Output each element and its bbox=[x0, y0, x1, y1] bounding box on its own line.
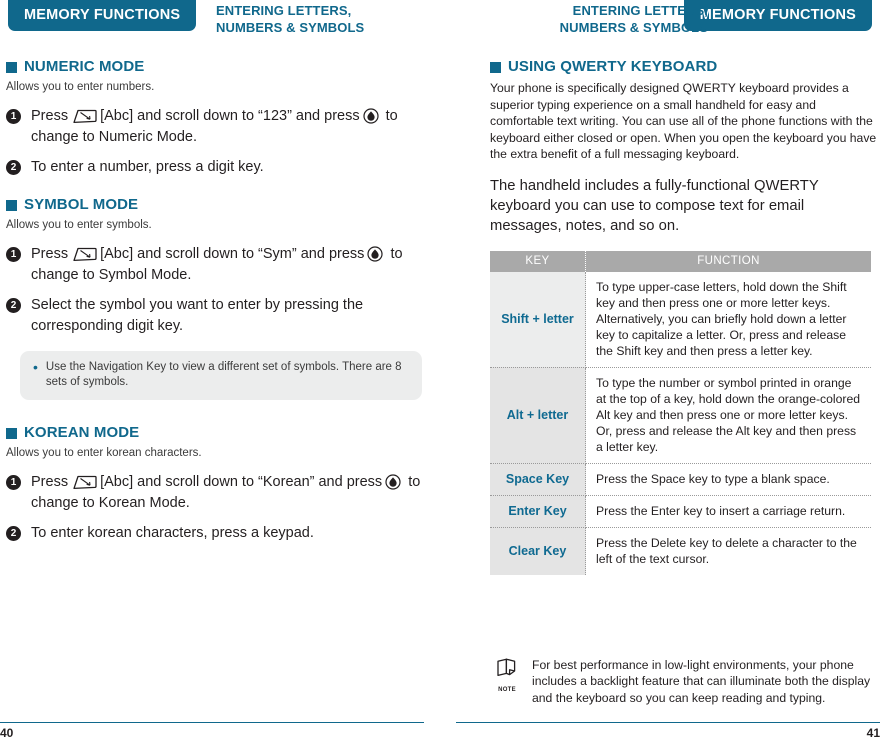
section-heading-using-qwerty-keyboard: USING QWERTY KEYBOARD bbox=[490, 58, 878, 76]
step-item: 2 Select the symbol you want to enter by… bbox=[6, 295, 422, 337]
section-lead-numeric-mode: Allows you to enter numbers. bbox=[6, 81, 155, 93]
softkey-icon bbox=[71, 475, 97, 490]
tip-note-box: • Use the Navigation Key to view a diffe… bbox=[20, 351, 422, 400]
chapter-title-line2: NUMBERS & SYMBOLS bbox=[216, 20, 365, 35]
table-row: Clear Key Press the Delete key to delete… bbox=[490, 527, 871, 575]
chapter-title: ENTERING LETTERS, NUMBERS & SYMBOLS bbox=[440, 2, 708, 36]
table-row: Alt + letter To type the number or symbo… bbox=[490, 367, 871, 464]
right-page-content: USING QWERTY KEYBOARD Your phone is spec… bbox=[490, 58, 878, 575]
footer-divider bbox=[456, 722, 880, 723]
section-heading-label: NUMERIC MODE bbox=[24, 58, 145, 75]
table-cell-function: Press the Delete key to delete a charact… bbox=[596, 535, 857, 566]
step-number-badge: 2 bbox=[6, 298, 21, 313]
section-heading-symbol-mode: SYMBOL MODE bbox=[6, 196, 422, 214]
step-text: Press [Abc] and scroll down to “123” and… bbox=[31, 106, 422, 148]
step-text: Press [Abc] and scroll down to “Korean” … bbox=[31, 472, 422, 514]
left-page-content: NUMERIC MODE Allows you to enter numbers… bbox=[6, 58, 422, 553]
step-text-part2: [Abc] and scroll down to “Korean” and pr… bbox=[100, 474, 383, 490]
left-page-header: MEMORY FUNCTIONS ENTERING LETTERS, NUMBE… bbox=[0, 0, 440, 52]
note-callout: NOTE For best performance in low-light e… bbox=[490, 657, 878, 707]
section-heading-numeric-mode: NUMERIC MODE bbox=[6, 58, 422, 76]
key-function-table: KEY FUNCTION Shift + letter To type uppe… bbox=[490, 250, 871, 575]
left-page-footer: 40 bbox=[0, 722, 424, 746]
section-heading-label: KOREAN MODE bbox=[24, 424, 140, 441]
step-number-badge: 1 bbox=[6, 475, 21, 490]
ok-key-icon bbox=[363, 108, 379, 124]
table-column-header-function: FUNCTION bbox=[585, 250, 871, 272]
softkey-icon bbox=[71, 247, 97, 262]
step-text: To enter korean characters, press a keyp… bbox=[31, 525, 314, 541]
step-text: Select the symbol you want to enter by p… bbox=[31, 297, 364, 334]
footer-divider bbox=[0, 722, 424, 723]
section-lead-symbol-mode: Allows you to enter symbols. bbox=[6, 219, 152, 231]
left-page: MEMORY FUNCTIONS ENTERING LETTERS, NUMBE… bbox=[0, 0, 440, 754]
step-text: To enter a number, press a digit key. bbox=[31, 159, 264, 175]
note-book-icon: NOTE bbox=[490, 657, 524, 707]
intro-paragraph-1: Your phone is specifically designed QWER… bbox=[490, 81, 877, 161]
square-bullet-icon bbox=[6, 61, 17, 73]
table-cell-key: Clear Key bbox=[490, 527, 586, 575]
note-callout-text: For best performance in low-light enviro… bbox=[532, 657, 871, 705]
chapter-tab-memory-functions[interactable]: MEMORY FUNCTIONS bbox=[8, 0, 197, 31]
chapter-title-line1: ENTERING LETTERS, bbox=[216, 3, 352, 18]
step-text: Press [Abc] and scroll down to “Sym” and… bbox=[31, 244, 422, 286]
step-number-badge: 2 bbox=[6, 526, 21, 541]
chapter-title: ENTERING LETTERS, NUMBERS & SYMBOLS bbox=[216, 2, 364, 36]
step-item: 1 Press [Abc] and scroll down to “123” a… bbox=[6, 106, 422, 148]
softkey-icon bbox=[71, 109, 97, 124]
table-cell-function: To type upper-case letters, hold down th… bbox=[585, 271, 871, 368]
section-lead-korean-mode: Allows you to enter korean characters. bbox=[6, 447, 202, 459]
table-header-row: KEY FUNCTION bbox=[490, 250, 871, 272]
table-cell-key: Alt + letter bbox=[490, 367, 586, 464]
step-item: 1 Press [Abc] and scroll down to “Korean… bbox=[6, 472, 422, 514]
right-page-footer: 41 bbox=[456, 722, 880, 746]
page-number: 40 bbox=[0, 726, 14, 740]
step-number-badge: 2 bbox=[6, 160, 21, 175]
table-cell-key: Space Key bbox=[490, 463, 586, 496]
note-icon-label: NOTE bbox=[498, 687, 516, 693]
ok-key-icon bbox=[385, 474, 401, 490]
right-page: MEMORY FUNCTIONS ENTERING LETTERS, NUMBE… bbox=[440, 0, 880, 754]
right-page-header: MEMORY FUNCTIONS ENTERING LETTERS, NUMBE… bbox=[440, 0, 880, 52]
step-text-part1: Press bbox=[31, 474, 69, 490]
section-heading-label: USING QWERTY KEYBOARD bbox=[508, 58, 718, 75]
ok-key-icon bbox=[367, 246, 384, 262]
step-text-part1: Press bbox=[31, 108, 69, 124]
table-cell-key: Enter Key bbox=[490, 495, 586, 528]
step-item: 2 To enter korean characters, press a ke… bbox=[6, 523, 422, 544]
chapter-title-line2: NUMBERS & SYMBOLS bbox=[559, 20, 708, 35]
square-bullet-icon bbox=[6, 427, 17, 439]
step-item: 1 Press [Abc] and scroll down to “Sym” a… bbox=[6, 244, 422, 286]
intro-paragraph-2: The handheld includes a fully-functional… bbox=[490, 177, 819, 234]
chapter-tab-memory-functions[interactable]: MEMORY FUNCTIONS bbox=[683, 0, 872, 31]
table-cell-function: To type the number or symbol printed in … bbox=[585, 367, 871, 464]
step-number-badge: 1 bbox=[6, 109, 21, 124]
table-cell-key: Shift + letter bbox=[490, 271, 586, 368]
section-heading-korean-mode: KOREAN MODE bbox=[6, 424, 422, 442]
step-text-part2: [Abc] and scroll down to “Sym” and press bbox=[100, 246, 365, 262]
tip-note-text: Use the Navigation Key to view a differe… bbox=[45, 361, 402, 388]
square-bullet-icon bbox=[6, 199, 17, 211]
step-text-part1: Press bbox=[31, 246, 69, 262]
square-bullet-icon bbox=[490, 61, 501, 73]
step-number-badge: 1 bbox=[6, 247, 21, 262]
table-cell-function: Press the Space key to type a blank spac… bbox=[585, 463, 871, 496]
table-row: Space Key Press the Space key to type a … bbox=[490, 463, 871, 496]
table-row: Shift + letter To type upper-case letter… bbox=[490, 271, 871, 368]
chapter-title-line1: ENTERING LETTERS, bbox=[572, 3, 708, 18]
table-column-header-key: KEY bbox=[490, 250, 586, 272]
page-number: 41 bbox=[866, 726, 880, 740]
table-cell-function: Press the Enter key to insert a carriage… bbox=[585, 495, 871, 528]
bullet-dot-icon: • bbox=[33, 359, 38, 375]
table-row: Enter Key Press the Enter key to insert … bbox=[490, 495, 871, 528]
step-text-part2: [Abc] and scroll down to “123” and press bbox=[100, 108, 360, 124]
section-heading-label: SYMBOL MODE bbox=[24, 196, 139, 213]
step-item: 2 To enter a number, press a digit key. bbox=[6, 157, 422, 178]
